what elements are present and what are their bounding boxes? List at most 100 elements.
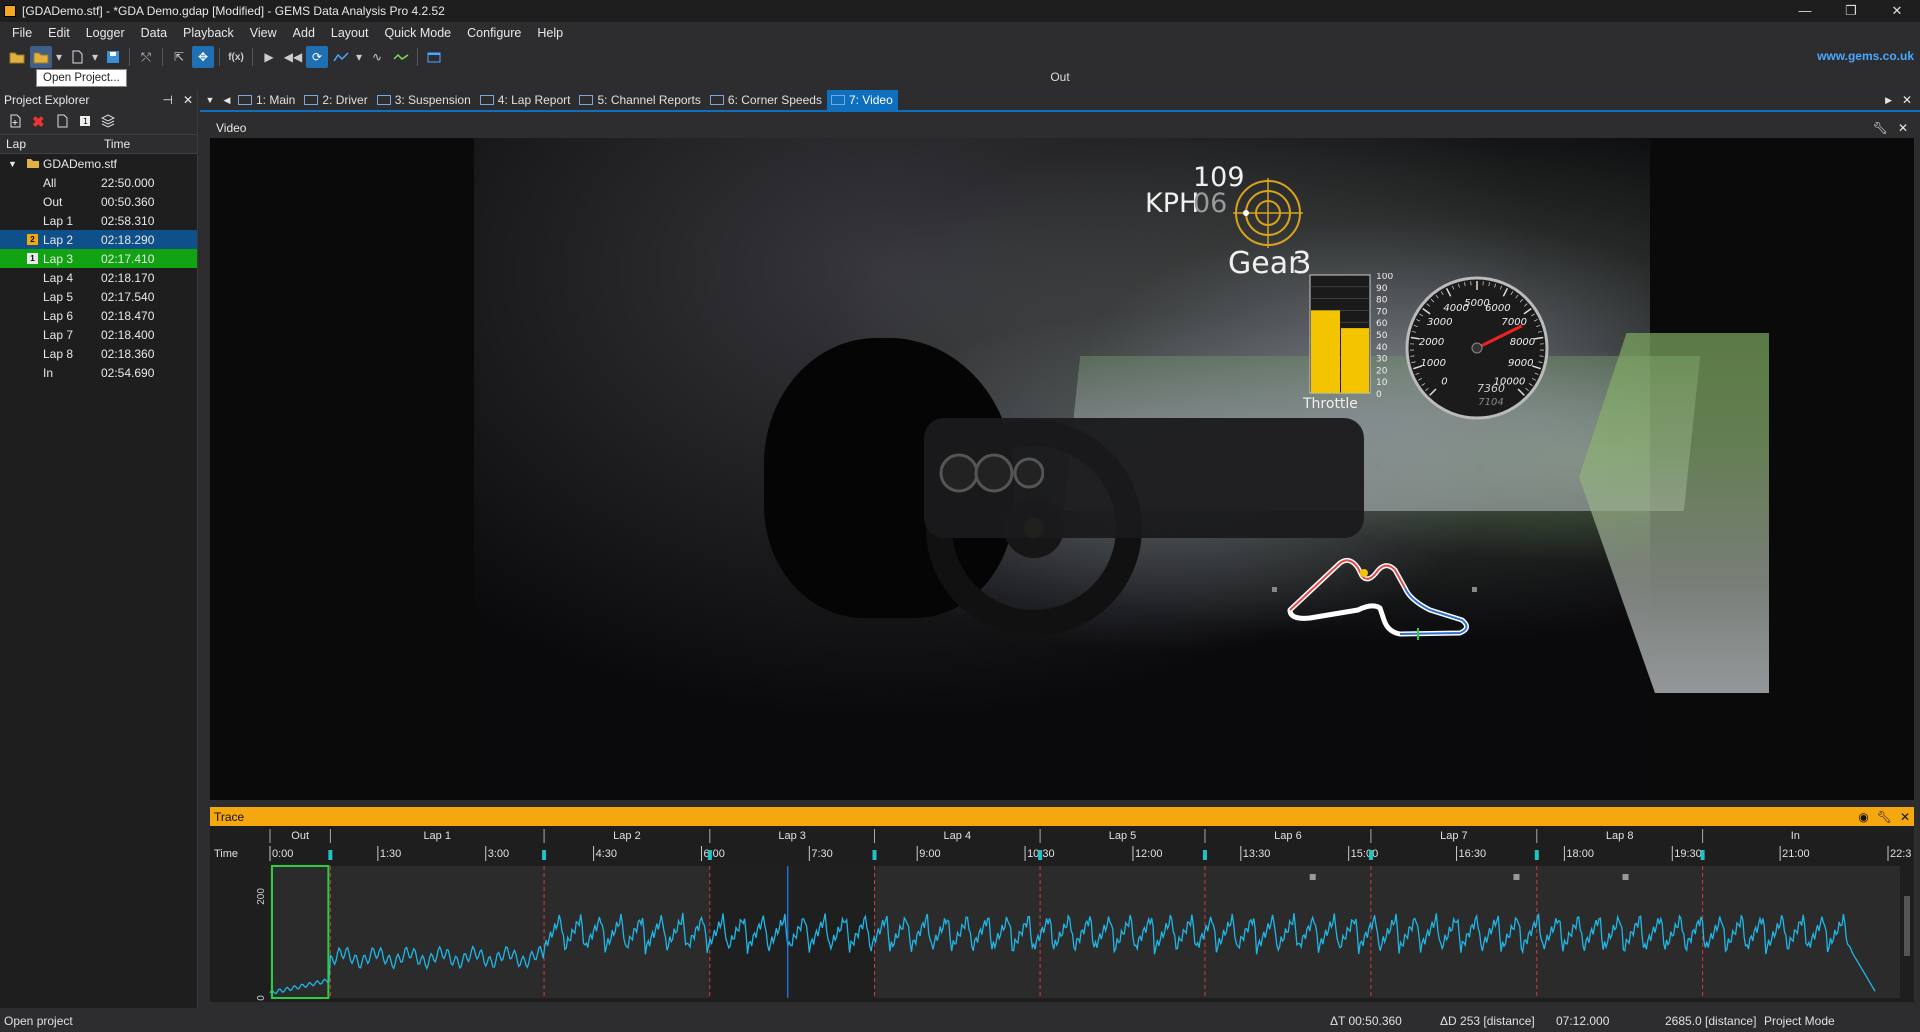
column-header-lap[interactable]: Lap <box>6 137 26 151</box>
expand-icon[interactable]: ▼ <box>8 159 17 169</box>
lap-label[interactable]: Lap 5 <box>1109 830 1137 842</box>
tab-suspension[interactable]: 3: Suspension <box>373 90 476 110</box>
tab-menu-icon[interactable]: ▼ <box>200 95 220 105</box>
lap-row[interactable]: Lap 7 02:18.400 <box>0 325 197 344</box>
throttle-scale-label: 10 <box>1376 378 1388 388</box>
open-folder-icon[interactable] <box>6 46 28 68</box>
menu-quick-mode[interactable]: Quick Mode <box>376 26 459 40</box>
lap-row[interactable]: Lap 4 02:18.170 <box>0 268 197 287</box>
lap-label[interactable]: Lap 3 <box>778 830 806 842</box>
lap-label[interactable]: Lap 2 <box>613 830 641 842</box>
minimize-button[interactable]: — <box>1782 0 1828 22</box>
menu-configure[interactable]: Configure <box>459 26 529 40</box>
project-explorer-panel: Project Explorer ⊣ ✕ ✖ 1 Lap Time ▼ GDAD… <box>0 90 198 1008</box>
tab-close-icon[interactable]: ✕ <box>1902 93 1912 107</box>
sync-icon[interactable]: ⟳ <box>306 46 328 68</box>
window-icon[interactable] <box>423 46 445 68</box>
column-header-time[interactable]: Time <box>104 137 130 151</box>
tab-driver[interactable]: 2: Driver <box>300 90 372 110</box>
chevron-down-icon[interactable]: ▾ <box>354 46 364 68</box>
close-icon[interactable]: ✕ <box>1898 121 1908 135</box>
delete-icon[interactable]: ✖ <box>32 113 45 131</box>
lap-label[interactable]: Lap 8 <box>1606 830 1634 842</box>
lap-row[interactable]: Out 00:50.360 <box>0 192 197 211</box>
menu-file[interactable]: File <box>4 26 40 40</box>
tree-root[interactable]: ▼ GDADemo.stf <box>0 154 197 173</box>
lap-label[interactable]: Lap 7 <box>1440 830 1468 842</box>
rewind-icon[interactable]: ◀◀ <box>282 46 304 68</box>
lap-row[interactable]: In 02:54.690 <box>0 363 197 382</box>
chevron-down-icon[interactable]: ▾ <box>54 46 64 68</box>
event-marker[interactable] <box>1309 874 1316 880</box>
menu-layout[interactable]: Layout <box>323 26 377 40</box>
lap-row[interactable]: Lap 6 02:18.470 <box>0 306 197 325</box>
move-icon[interactable]: ✥ <box>192 46 214 68</box>
wrench-icon[interactable]: 🔧︎ <box>1873 121 1888 135</box>
menu-data[interactable]: Data <box>133 26 175 40</box>
tab-lap-report[interactable]: 4: Lap Report <box>476 90 576 110</box>
lap-row[interactable]: All 22:50.000 <box>0 173 197 192</box>
menu-view[interactable]: View <box>242 26 285 40</box>
vertical-scrollbar-thumb[interactable] <box>1904 896 1910 956</box>
lap-row[interactable]: 2 Lap 2 02:18.290 <box>0 230 197 249</box>
menu-logger[interactable]: Logger <box>78 26 133 40</box>
trace-panel[interactable]: Out Lap 1 Lap 2 Lap 3 Lap 4 Lap 5 Lap 6 Lap 7 La… <box>210 826 1914 1002</box>
lap-label[interactable]: Lap 1 <box>423 830 451 842</box>
tab-scroll-right-icon[interactable]: ▶ <box>1885 95 1892 106</box>
tab-main[interactable]: 1: Main <box>234 90 300 110</box>
resize-handle[interactable] <box>1272 587 1277 592</box>
chevron-down-icon[interactable]: ▾ <box>90 46 100 68</box>
lap-label[interactable]: Lap 6 <box>1274 830 1302 842</box>
close-icon[interactable]: ✕ <box>1900 810 1910 824</box>
lap-label[interactable]: In <box>1791 830 1800 842</box>
lap-row[interactable]: 1 Lap 3 02:17.410 <box>0 249 197 268</box>
document-icon[interactable] <box>55 114 69 131</box>
new-document-icon[interactable] <box>66 46 88 68</box>
lap-row[interactable]: Lap 8 02:18.360 <box>0 344 197 363</box>
merge-icon[interactable]: ⤲ <box>135 46 157 68</box>
resize-handle[interactable] <box>1478 464 1483 469</box>
tab-scroll-left-icon[interactable]: ◀ <box>220 95 234 106</box>
gems-website-link[interactable]: www.gems.co.uk <box>1817 49 1914 63</box>
layers-icon[interactable] <box>100 113 115 131</box>
lap-row[interactable]: Lap 5 02:17.540 <box>0 287 197 306</box>
open-project-button[interactable] <box>30 46 52 68</box>
lap-row[interactable]: Lap 1 02:58.310 <box>0 211 197 230</box>
layout-tabs: ▼ ◀ 1: Main 2: Driver 3: Suspension 4: Lap … <box>200 90 1920 110</box>
play-icon[interactable]: ▶ <box>258 46 280 68</box>
wrench-icon[interactable]: 🔧︎ <box>1877 810 1892 824</box>
event-marker[interactable] <box>1513 874 1520 880</box>
menu-edit[interactable]: Edit <box>40 26 78 40</box>
wave-icon[interactable]: ∿ <box>366 46 388 68</box>
pin-icon[interactable]: ⊣ <box>162 93 172 107</box>
function-button[interactable]: f(x) <box>225 46 247 68</box>
throttle-scale-label: 40 <box>1376 343 1388 353</box>
rpm-tick-label: 8000 <box>1510 337 1535 348</box>
lap-label[interactable]: Lap 4 <box>944 830 972 842</box>
chart-line-icon[interactable] <box>330 46 352 68</box>
menu-add[interactable]: Add <box>285 26 323 40</box>
video-viewport[interactable]: 109 KPH 06 Gear3 100 90 80 70 60 50 40 30 20 10 0 … <box>210 138 1914 800</box>
lap-marker-icon[interactable]: 1 <box>79 115 91 130</box>
tab-corner-speeds[interactable]: 6: Corner Speeds <box>706 90 827 110</box>
palette-icon[interactable]: ◉ <box>1858 810 1868 824</box>
menu-playback[interactable]: Playback <box>175 26 242 40</box>
cursor-icon[interactable]: ⇱ <box>168 46 190 68</box>
rpm-tick-label: 1000 <box>1421 358 1446 369</box>
save-icon[interactable] <box>102 46 124 68</box>
trace-chart[interactable]: Out Lap 1 Lap 2 Lap 3 Lap 4 Lap 5 Lap 6 Lap 7 La… <box>210 826 1914 1002</box>
trace-panel-title: Trace <box>214 809 245 824</box>
new-file-icon[interactable] <box>8 114 22 131</box>
menu-help[interactable]: Help <box>529 26 571 40</box>
close-button[interactable]: ✕ <box>1874 0 1920 22</box>
tab-video[interactable]: 7: Video <box>826 90 898 110</box>
maximize-button[interactable]: ❐ <box>1828 0 1874 22</box>
lap-label[interactable]: Out <box>291 830 309 842</box>
chart-check-icon[interactable] <box>390 46 412 68</box>
tab-channel-reports[interactable]: 5: Channel Reports <box>575 90 705 110</box>
close-icon[interactable]: ✕ <box>183 93 193 107</box>
event-marker[interactable] <box>1622 874 1629 880</box>
resize-handle[interactable] <box>1472 587 1477 592</box>
resize-handle[interactable] <box>1375 464 1380 469</box>
time-tick-label: 1:30 <box>380 848 401 860</box>
